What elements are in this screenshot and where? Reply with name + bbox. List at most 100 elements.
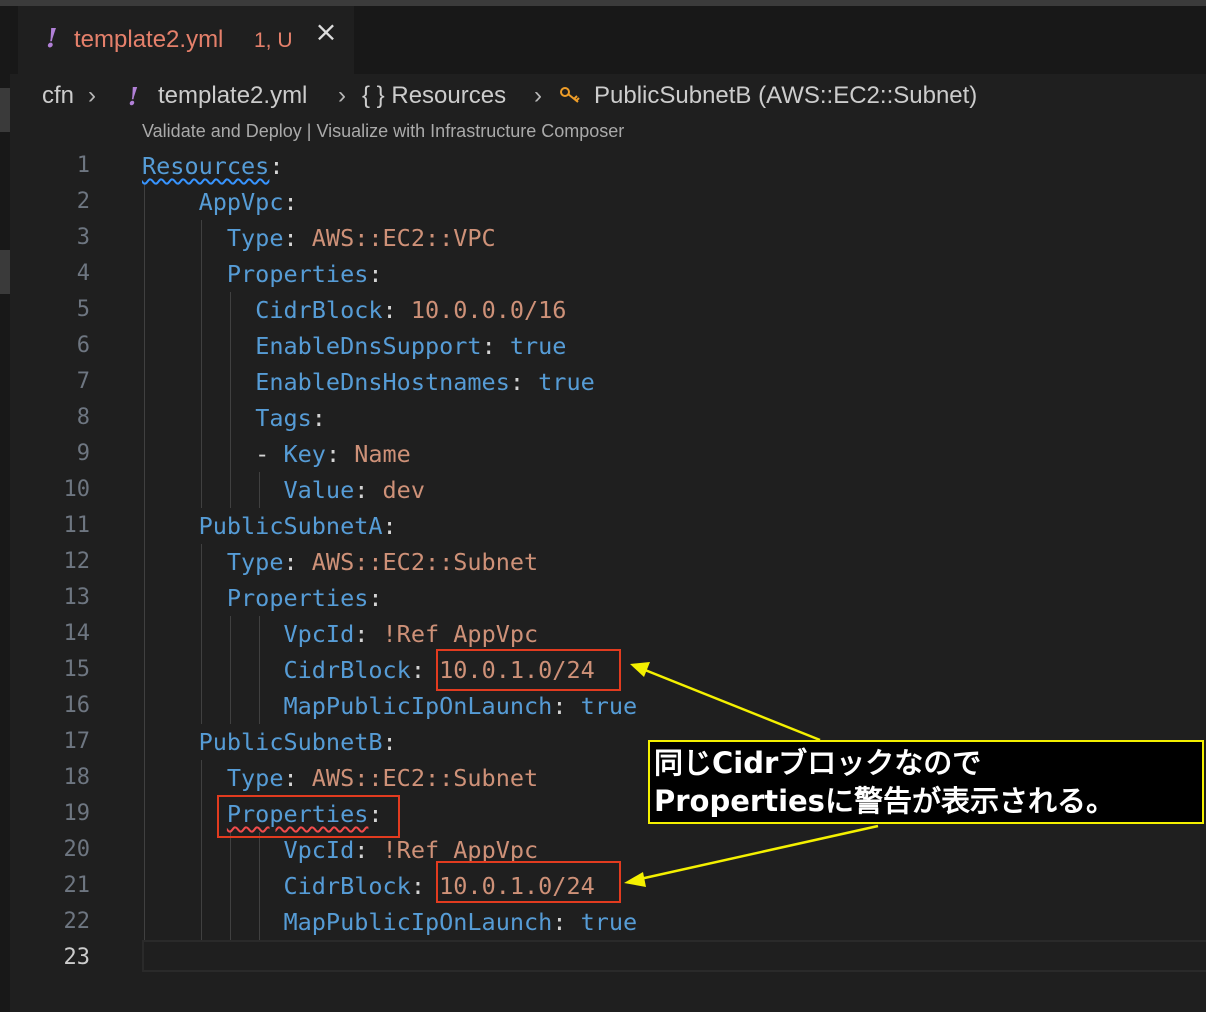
yaml-punctuation: : <box>368 584 383 612</box>
editor-tab[interactable]: ! template2.yml 1, U × <box>18 6 354 74</box>
current-line-highlight <box>142 940 1206 972</box>
yaml-key: PublicSubnetA <box>198 512 383 540</box>
line-number: 17 <box>63 729 91 754</box>
yaml-punctuation: : <box>283 764 312 792</box>
line-number: 11 <box>63 513 91 538</box>
yaml-key: Type <box>226 764 284 792</box>
yaml-icon: ! <box>128 82 139 111</box>
chevron-right-icon: › <box>534 82 542 109</box>
code-line[interactable]: 12 Type: AWS::EC2::Subnet <box>0 544 1206 580</box>
callout-line-1: 同じCidrブロックなので <box>654 746 982 780</box>
yaml-icon: ! <box>46 24 58 54</box>
yaml-punctuation: : <box>354 836 383 864</box>
yaml-punctuation: : <box>410 872 440 900</box>
code-text: Properties: <box>142 256 383 292</box>
tab-filename: template2.yml <box>74 26 224 53</box>
yaml-value: Name <box>354 440 411 468</box>
codelens-actions[interactable]: Validate and Deploy | Visualize with Inf… <box>142 121 624 142</box>
yaml-punctuation <box>142 188 199 216</box>
yaml-punctuation <box>142 404 255 432</box>
code-line[interactable]: 13 Properties: <box>0 580 1206 616</box>
yaml-punctuation <box>142 260 227 288</box>
yaml-punctuation: : <box>410 656 440 684</box>
yaml-value: dev <box>382 476 425 504</box>
yaml-punctuation: : <box>552 908 581 936</box>
yaml-punctuation <box>142 512 199 540</box>
code-line[interactable]: 3 Type: AWS::EC2::VPC <box>0 220 1206 256</box>
yaml-punctuation: - <box>142 440 284 468</box>
breadcrumb-section[interactable]: { } Resources <box>362 82 506 110</box>
code-text: PublicSubnetB: <box>142 724 397 760</box>
code-text: Resources: <box>142 148 284 184</box>
line-number: 14 <box>63 621 91 646</box>
code-line[interactable]: 6 EnableDnsSupport: true <box>0 328 1206 364</box>
highlight-box-properties <box>217 795 400 838</box>
yaml-key: CidrBlock <box>283 872 411 900</box>
yaml-value: true <box>580 908 638 936</box>
line-number: 12 <box>63 549 91 574</box>
line-number: 23 <box>63 945 91 970</box>
code-line[interactable]: 22 MapPublicIpOnLaunch: true <box>0 904 1206 940</box>
chevron-right-icon: › <box>338 82 346 109</box>
code-line[interactable]: 16 MapPublicIpOnLaunch: true <box>0 688 1206 724</box>
line-number: 20 <box>63 837 91 862</box>
highlight-box-cidr-b <box>436 861 621 903</box>
yaml-key: AppVpc <box>198 188 284 216</box>
symbol-key-icon <box>558 84 584 115</box>
code-line[interactable]: 2 AppVpc: <box>0 184 1206 220</box>
yaml-punctuation: : <box>354 476 383 504</box>
breadcrumb-file[interactable]: template2.yml <box>158 82 307 110</box>
yaml-key: Properties <box>226 584 369 612</box>
code-text: MapPublicIpOnLaunch: true <box>142 904 637 940</box>
yaml-punctuation: : <box>382 728 397 756</box>
yaml-key: Properties <box>226 260 369 288</box>
yaml-punctuation: : <box>354 620 383 648</box>
yaml-key: MapPublicIpOnLaunch <box>283 908 553 936</box>
line-number: 16 <box>63 693 91 718</box>
code-line[interactable]: 1 Resources: <box>0 148 1206 184</box>
code-text: - Key: Name <box>142 436 411 472</box>
yaml-key: EnableDnsSupport <box>255 332 482 360</box>
yaml-punctuation: : <box>509 368 539 396</box>
yaml-punctuation: : <box>382 512 397 540</box>
line-number: 10 <box>63 477 91 502</box>
code-line[interactable]: 4 Properties: <box>0 256 1206 292</box>
breadcrumb-root[interactable]: cfn <box>42 82 74 110</box>
code-text: MapPublicIpOnLaunch: true <box>142 688 637 724</box>
yaml-punctuation: : <box>382 296 411 324</box>
breadcrumb-resource[interactable]: PublicSubnetB (AWS::EC2::Subnet) <box>594 82 977 110</box>
yaml-key: MapPublicIpOnLaunch <box>283 692 553 720</box>
yaml-punctuation <box>142 908 283 936</box>
yaml-punctuation: : <box>269 152 284 180</box>
code-line[interactable]: 7 EnableDnsHostnames: true <box>0 364 1206 400</box>
yaml-punctuation <box>142 620 283 648</box>
line-number: 7 <box>76 369 90 394</box>
code-line[interactable]: 11 PublicSubnetA: <box>0 508 1206 544</box>
yaml-key: VpcId <box>283 836 355 864</box>
code-line[interactable]: 8 Tags: <box>0 400 1206 436</box>
yaml-punctuation <box>142 368 255 396</box>
yaml-punctuation: : <box>283 224 312 252</box>
yaml-punctuation: : <box>481 332 510 360</box>
highlight-box-cidr-a <box>436 649 621 691</box>
code-text: VpcId: !Ref AppVpc <box>142 616 538 652</box>
yaml-punctuation: : <box>311 404 326 432</box>
yaml-value: true <box>509 332 567 360</box>
yaml-punctuation <box>142 548 227 576</box>
line-number: 2 <box>76 189 90 214</box>
code-text: Value: dev <box>142 472 425 508</box>
code-text: EnableDnsSupport: true <box>142 328 566 364</box>
yaml-key: PublicSubnetB <box>198 728 383 756</box>
line-number: 1 <box>76 153 90 178</box>
close-icon[interactable]: × <box>312 18 340 46</box>
yaml-punctuation <box>142 800 227 828</box>
yaml-key: Value <box>283 476 355 504</box>
code-text: Type: AWS::EC2::VPC <box>142 220 496 256</box>
yaml-punctuation <box>142 224 227 252</box>
code-line[interactable]: 14 VpcId: !Ref AppVpc <box>0 616 1206 652</box>
code-line[interactable]: 5 CidrBlock: 10.0.0.0/16 <box>0 292 1206 328</box>
tab-problem-badge: 1, U <box>254 29 293 52</box>
code-line[interactable]: 9 - Key: Name <box>0 436 1206 472</box>
code-line[interactable]: 10 Value: dev <box>0 472 1206 508</box>
callout-line-2: Propertiesに警告が表示される。 <box>654 784 1115 818</box>
